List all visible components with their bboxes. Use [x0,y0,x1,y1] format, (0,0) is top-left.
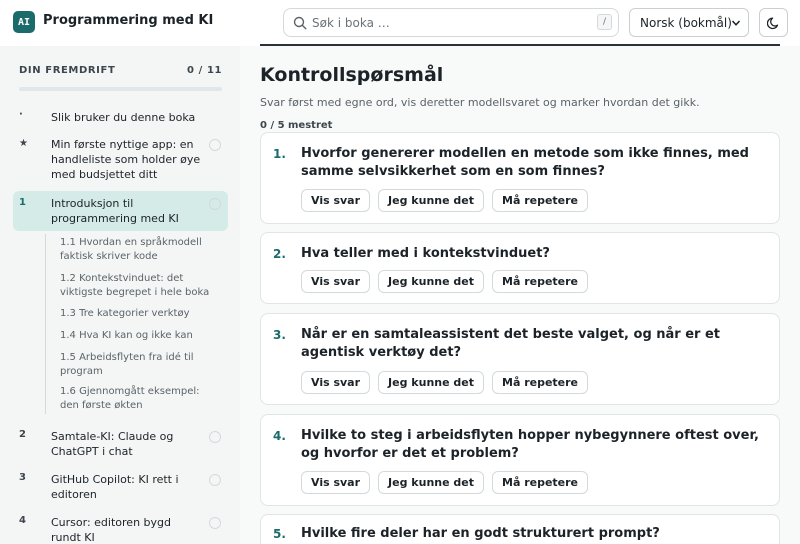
show-answer-button[interactable]: Vis svar [301,371,371,394]
sidebar-item-how-to-use[interactable]: · Slik bruker du denne boka [13,106,228,128]
page-intro: Svar først med egne ord, vis deretter mo… [260,96,700,109]
question-text: Hvilke fire deler har en godt strukturer… [301,526,660,541]
question-card: 4. Hvilke to steg i arbeidsflyten hopper… [260,414,780,506]
sidebar-item-chapter-2[interactable]: 2 Samtale-KI: Claude og ChatGPT i chat [13,426,228,460]
completion-circle-icon[interactable] [209,139,221,151]
knew-it-button[interactable]: Jeg kunne det [378,371,484,394]
top-bar: AI Programmering med KI / Norsk (bokmål) [0,0,800,46]
chapter-number: ★ [19,138,28,149]
chapter-title: Slik bruker du denne boka [51,111,196,124]
question-number: 5. [273,527,286,541]
moon-icon [766,16,778,29]
chapter-title: GitHub Copilot: KI rett i editoren [51,473,179,501]
language-select[interactable]: Norsk (bokmål) [629,8,749,37]
question-actions: Vis svar Jeg kunne det Må repetere [301,471,589,494]
must-repeat-button[interactable]: Må repetere [492,471,589,494]
language-select-value: Norsk (bokmål) [640,15,732,30]
section-divider [260,44,780,46]
sidebar-item-chapter-4[interactable]: 4 Cursor: editoren bygd rundt KI [13,512,228,544]
completion-circle-icon[interactable] [209,198,221,210]
sidebar: DIN FREMDRIFT 0 / 11 · Slik bruker du de… [0,46,240,544]
subsection-link-1-2[interactable]: 1.2 Kontekstvinduet: det viktigste begre… [60,272,220,300]
chapter-number: 3 [19,472,26,483]
sidebar-item-chapter-1[interactable]: 1 Introduksjon til programmering med KI [13,191,228,231]
question-card: 1. Hvorfor genererer modellen en metode … [260,132,780,224]
subsection-link-1-4[interactable]: 1.4 Hva KI kan og ikke kan [60,329,220,343]
sidebar-item-first-app[interactable]: ★ Min første nyttige app: en handleliste… [13,134,228,184]
app-title[interactable]: Programmering med KI [43,13,213,28]
question-number: 2. [273,247,286,261]
question-number: 3. [273,328,286,342]
subsection-link-1-5[interactable]: 1.5 Arbeidsflyten fra idé til program [60,351,220,379]
main-content: Kontrollspørsmål Svar først med egne ord… [240,44,800,544]
question-actions: Vis svar Jeg kunne det Må repetere [301,371,589,394]
show-answer-button[interactable]: Vis svar [301,270,371,293]
question-card: 2. Hva teller med i kontekstvinduet? Vis… [260,232,780,304]
chapter-number: 1 [19,197,26,208]
must-repeat-button[interactable]: Må repetere [492,371,589,394]
knew-it-button[interactable]: Jeg kunne det [378,189,484,212]
completion-circle-icon[interactable] [209,474,221,486]
theme-toggle-button[interactable] [759,8,788,37]
completion-circle-icon[interactable] [209,517,221,529]
completion-circle-icon[interactable] [209,431,221,443]
must-repeat-button[interactable]: Må repetere [492,189,589,212]
must-repeat-button[interactable]: Må repetere [492,270,589,293]
question-number: 4. [273,429,286,443]
question-actions: Vis svar Jeg kunne det Må repetere [301,270,589,293]
question-text: Når er en samtaleassistent det beste val… [301,327,721,360]
chapter-number: 4 [19,515,26,526]
chevron-down-icon [731,20,741,26]
show-answer-button[interactable]: Vis svar [301,471,371,494]
subsection-link-1-6[interactable]: 1.6 Gjennomgått eksempel: den første økt… [60,385,220,413]
question-card: 5. Hvilke fire deler har en godt struktu… [260,514,780,544]
progress-count: 0 / 11 [187,65,223,76]
show-answer-button[interactable]: Vis svar [301,189,371,212]
question-actions: Vis svar Jeg kunne det Må repetere [301,189,589,212]
chapter-number: 2 [19,429,26,440]
progress-label: DIN FREMDRIFT [19,65,116,76]
chapter-title: Cursor: editoren bygd rundt KI [51,516,171,544]
chapter-title: Samtale-KI: Claude og ChatGPT i chat [51,430,174,458]
app-logo[interactable]: AI [13,11,35,33]
subsection-link-1-1[interactable]: 1.1 Hvordan en språkmodell faktisk skriv… [60,236,220,264]
question-text: Hvorfor genererer modellen en metode som… [301,146,749,179]
chapter-title: Min første nyttige app: en handleliste s… [51,138,201,181]
question-card: 3. Når er en samtaleassistent det beste … [260,313,780,405]
knew-it-button[interactable]: Jeg kunne det [378,270,484,293]
mastered-count: 0 / 5 mestret [260,120,333,131]
question-number: 1. [273,147,286,161]
search-input[interactable] [312,14,572,32]
search-box[interactable]: / [283,8,619,37]
search-shortcut-hint: / [597,14,612,30]
knew-it-button[interactable]: Jeg kunne det [378,471,484,494]
sidebar-item-chapter-3[interactable]: 3 GitHub Copilot: KI rett i editoren [13,469,228,503]
progress-bar [19,87,222,91]
chapter-number: · [19,109,23,120]
question-text: Hvilke to steg i arbeidsflyten hopper ny… [301,428,759,461]
question-text: Hva teller med i kontekstvinduet? [301,246,550,261]
chapter-title: Introduksjon til programmering med KI [51,197,179,225]
subsection-link-1-3[interactable]: 1.3 Tre kategorier verktøy [60,307,220,321]
chapter-1-subsections: 1.1 Hvordan en språkmodell faktisk skriv… [45,234,225,414]
page-title: Kontrollspørsmål [260,64,444,86]
search-icon [293,16,307,30]
